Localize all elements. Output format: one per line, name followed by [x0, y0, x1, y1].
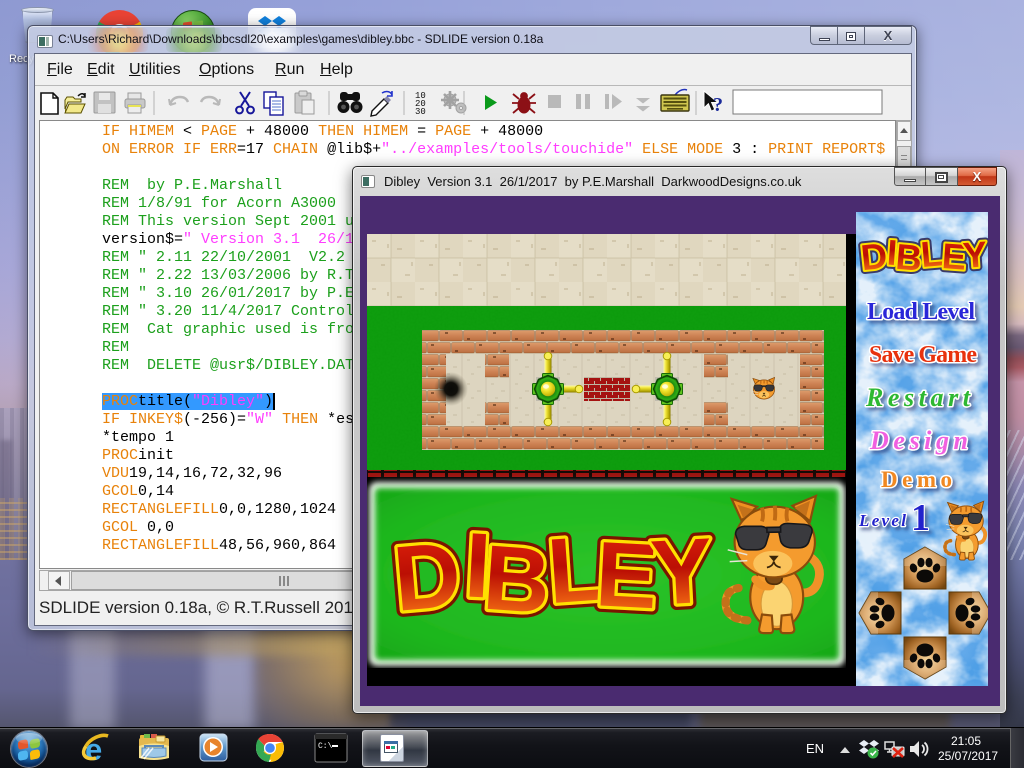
svg-text:C:\: C:\: [318, 742, 333, 751]
svg-text:Save Game: Save Game: [869, 342, 977, 368]
svg-text:30: 30: [415, 107, 426, 117]
svg-text:?: ?: [713, 94, 723, 116]
svg-text:Y: Y: [648, 520, 715, 625]
svg-text:Load Level: Load Level: [867, 299, 975, 325]
svg-text:Demo: Demo: [881, 467, 952, 492]
svg-text:B: B: [480, 527, 553, 633]
svg-text:Restart: Restart: [865, 383, 971, 412]
svg-text:D: D: [859, 235, 889, 278]
svg-text:Y: Y: [962, 233, 988, 276]
svg-text:D: D: [390, 523, 465, 630]
svg-text:Design: Design: [869, 426, 968, 455]
svg-text:1: 1: [911, 497, 930, 539]
